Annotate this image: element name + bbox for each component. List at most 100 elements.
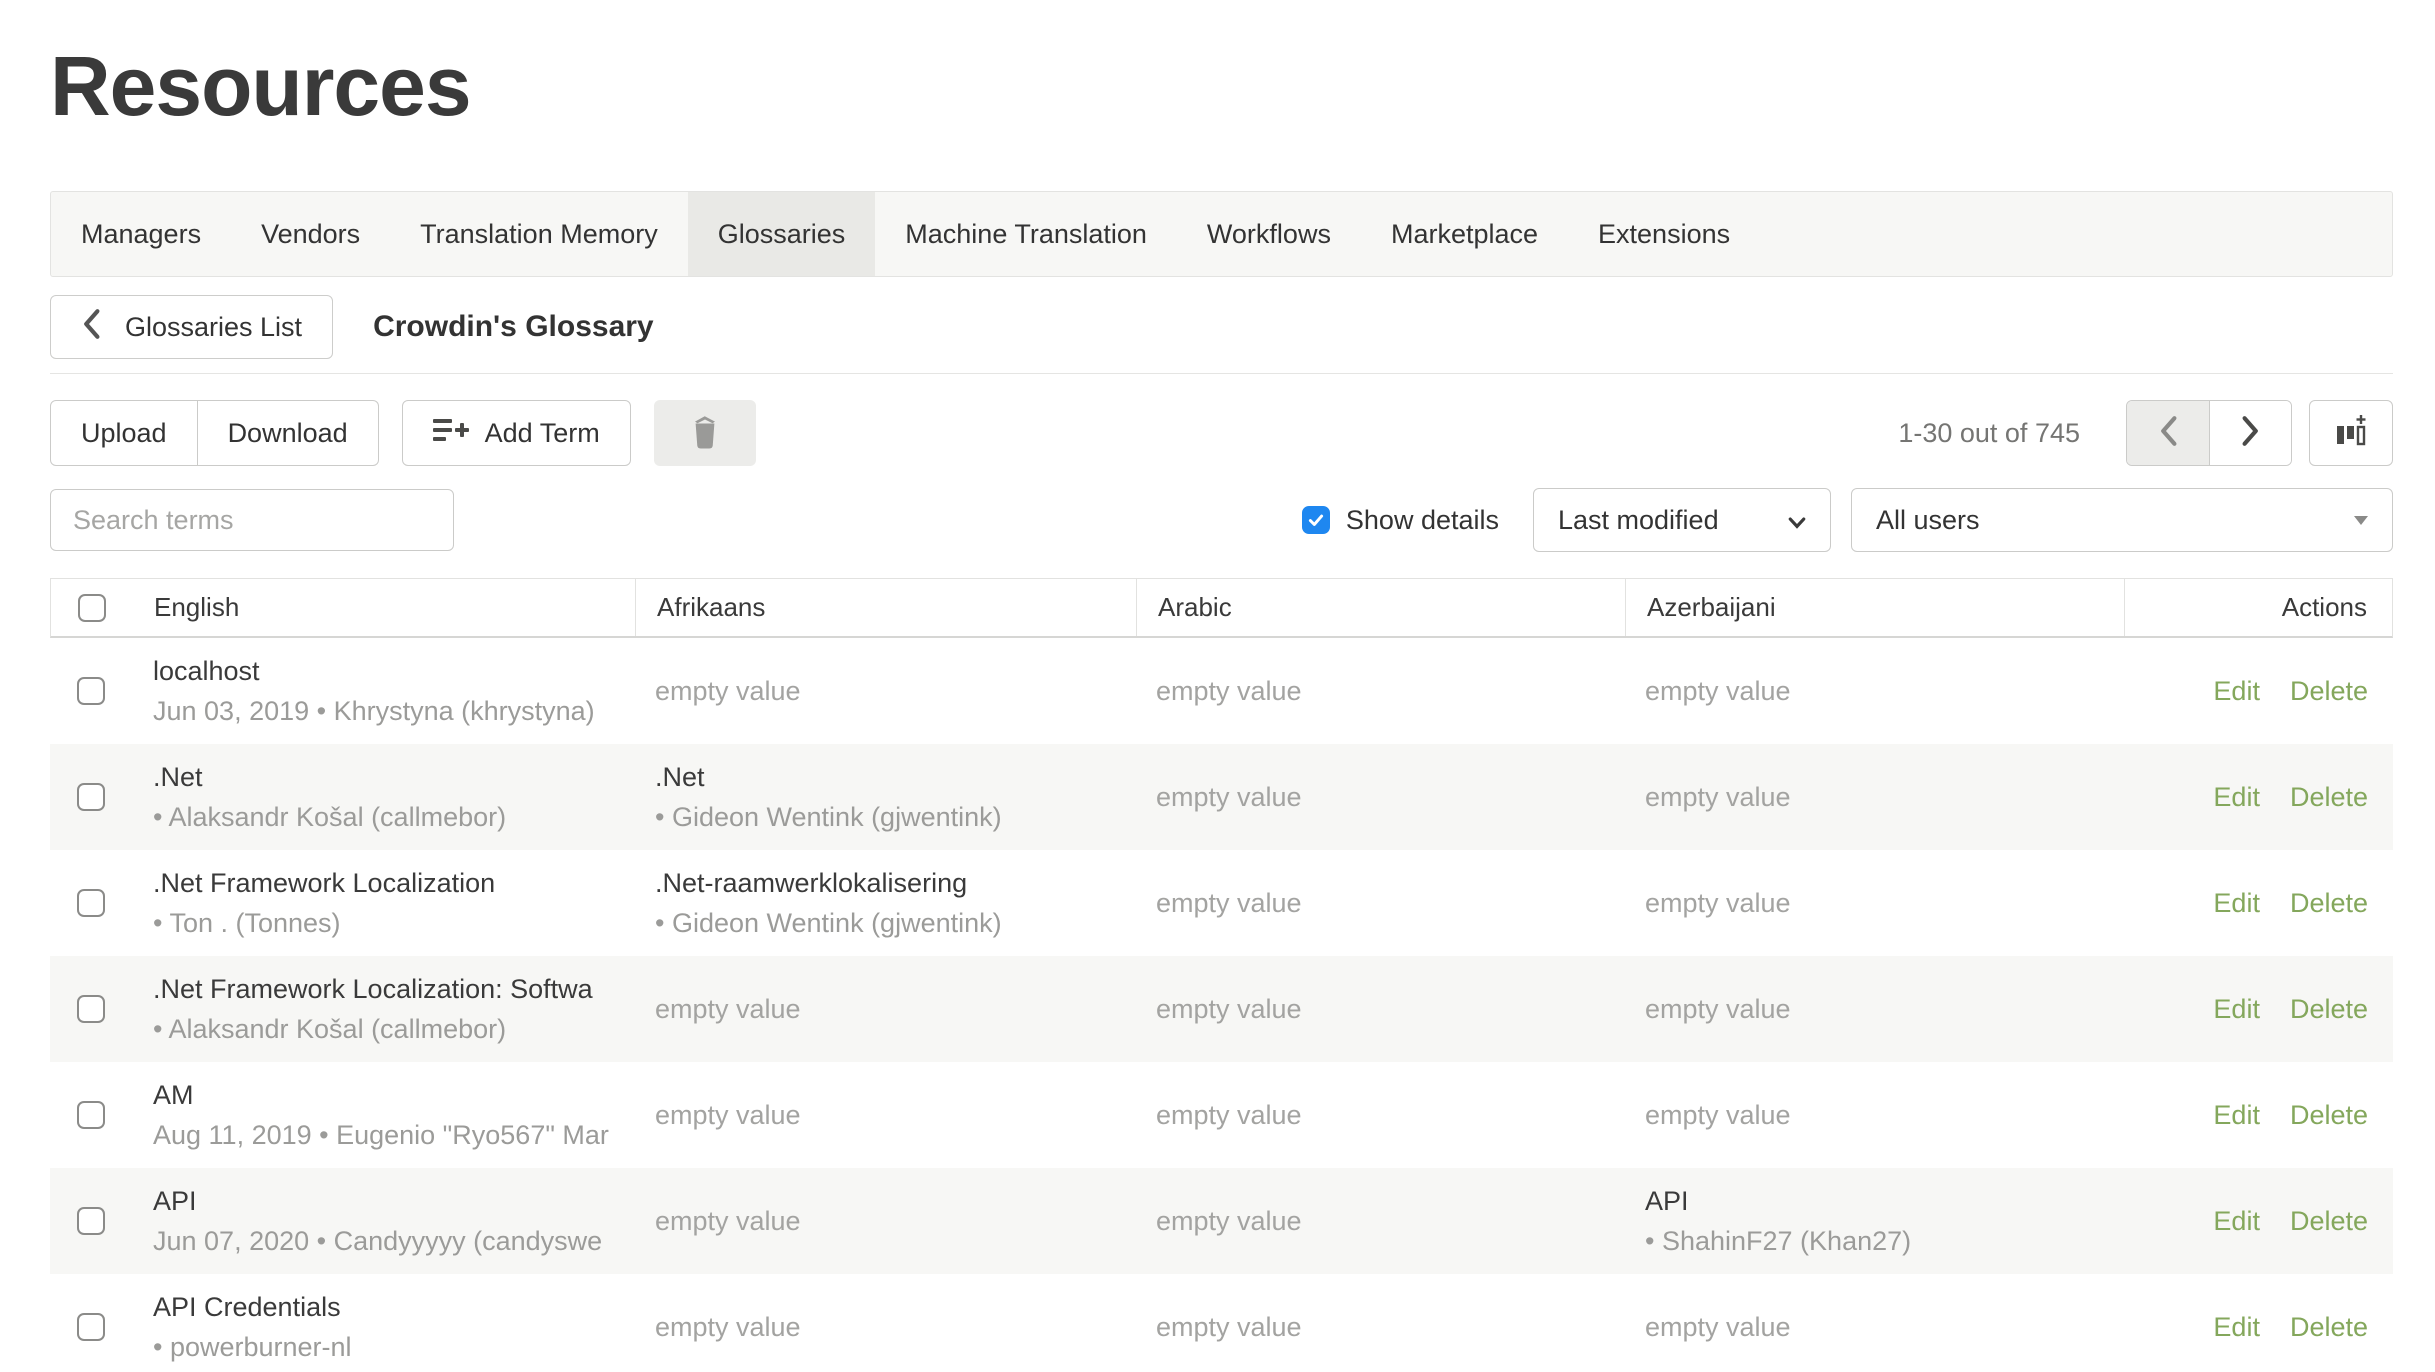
delete-selected-button[interactable] bbox=[654, 400, 756, 466]
delete-link[interactable]: Delete bbox=[2290, 782, 2368, 813]
header-checkbox-cell bbox=[51, 579, 133, 636]
term-text: .Net-raamwerklokalisering bbox=[655, 868, 1135, 899]
tab-workflows[interactable]: Workflows bbox=[1177, 192, 1361, 276]
term-cell-afrikaans: .Net-raamwerklokalisering • Gideon Wenti… bbox=[634, 850, 1135, 956]
page-title: Resources bbox=[50, 38, 2393, 135]
row-checkbox-cell bbox=[50, 850, 132, 956]
row-checkbox[interactable] bbox=[77, 1101, 105, 1129]
term-cell-azerbaijani: empty value bbox=[1624, 1274, 2123, 1372]
select-all-checkbox[interactable] bbox=[78, 594, 106, 622]
search-terms-input[interactable] bbox=[50, 489, 454, 551]
row-checkbox-cell bbox=[50, 1274, 132, 1372]
term-cell-arabic: empty value bbox=[1135, 850, 1624, 956]
edit-link[interactable]: Edit bbox=[2213, 994, 2260, 1025]
download-button[interactable]: Download bbox=[198, 400, 379, 466]
edit-link[interactable]: Edit bbox=[2213, 676, 2260, 707]
edit-link[interactable]: Edit bbox=[2213, 1100, 2260, 1131]
edit-link[interactable]: Edit bbox=[2213, 782, 2260, 813]
tab-marketplace[interactable]: Marketplace bbox=[1361, 192, 1568, 276]
table-row: localhost Jun 03, 2019 • Khrystyna (khry… bbox=[50, 638, 2393, 744]
edit-link[interactable]: Edit bbox=[2213, 1312, 2260, 1343]
empty-value: empty value bbox=[1645, 782, 2123, 813]
tab-machine-translation[interactable]: Machine Translation bbox=[875, 192, 1177, 276]
empty-value: empty value bbox=[655, 1100, 1135, 1131]
empty-value: empty value bbox=[1156, 1312, 1624, 1343]
term-cell-english: API Credentials • powerburner-nl bbox=[132, 1274, 634, 1372]
add-term-list-plus-icon bbox=[433, 416, 469, 451]
glossary-table: English Afrikaans Arabic Azerbaijani Act… bbox=[50, 578, 2393, 1372]
table-row: .Net • Alaksandr Košal (callmebor) .Net … bbox=[50, 744, 2393, 850]
users-select[interactable]: All users bbox=[1851, 488, 2393, 552]
back-button-label: Glossaries List bbox=[125, 312, 302, 343]
term-text: API Credentials bbox=[153, 1292, 634, 1323]
term-cell-afrikaans: .Net • Gideon Wentink (gjwentink) bbox=[634, 744, 1135, 850]
delete-link[interactable]: Delete bbox=[2290, 1100, 2368, 1131]
empty-value: empty value bbox=[1645, 1312, 2123, 1343]
term-cell-azerbaijani: empty value bbox=[1624, 1062, 2123, 1168]
delete-link[interactable]: Delete bbox=[2290, 1312, 2368, 1343]
upload-button[interactable]: Upload bbox=[50, 400, 198, 466]
empty-value: empty value bbox=[655, 676, 1135, 707]
tab-glossaries[interactable]: Glossaries bbox=[688, 192, 876, 276]
actions-cell: Edit Delete bbox=[2123, 1274, 2393, 1372]
row-checkbox[interactable] bbox=[77, 1313, 105, 1341]
manage-columns-button[interactable] bbox=[2309, 400, 2393, 466]
filter-bar: Show details Last modified All users bbox=[50, 488, 2393, 552]
table-row: API Credentials • powerburner-nl empty v… bbox=[50, 1274, 2393, 1372]
sort-select[interactable]: Last modified bbox=[1533, 488, 1831, 552]
term-cell-arabic: empty value bbox=[1135, 1274, 1624, 1372]
upload-download-group: Upload Download bbox=[50, 400, 379, 466]
tab-translation-memory[interactable]: Translation Memory bbox=[390, 192, 688, 276]
term-cell-afrikaans: empty value bbox=[634, 956, 1135, 1062]
pagination-range: 1-30 out of 745 bbox=[1898, 418, 2080, 449]
show-details-checkbox[interactable] bbox=[1302, 506, 1330, 534]
row-checkbox[interactable] bbox=[77, 889, 105, 917]
users-select-value: All users bbox=[1876, 505, 1980, 536]
row-checkbox[interactable] bbox=[77, 995, 105, 1023]
add-term-button[interactable]: Add Term bbox=[402, 400, 631, 466]
term-cell-azerbaijani: API • ShahinF27 (Khan27) bbox=[1624, 1168, 2123, 1274]
empty-value: empty value bbox=[1645, 994, 2123, 1025]
tab-managers[interactable]: Managers bbox=[51, 192, 231, 276]
term-cell-afrikaans: empty value bbox=[634, 1274, 1135, 1372]
term-text: .Net bbox=[655, 762, 1135, 793]
term-cell-english: localhost Jun 03, 2019 • Khrystyna (khry… bbox=[132, 638, 634, 744]
actions-cell: Edit Delete bbox=[2123, 1062, 2393, 1168]
empty-value: empty value bbox=[655, 1206, 1135, 1237]
delete-link[interactable]: Delete bbox=[2290, 994, 2368, 1025]
table-header: English Afrikaans Arabic Azerbaijani Act… bbox=[50, 578, 2393, 638]
delete-link[interactable]: Delete bbox=[2290, 888, 2368, 919]
row-checkbox[interactable] bbox=[77, 783, 105, 811]
tab-extensions[interactable]: Extensions bbox=[1568, 192, 1760, 276]
empty-value: empty value bbox=[1156, 888, 1624, 919]
tab-vendors[interactable]: Vendors bbox=[231, 192, 390, 276]
row-checkbox[interactable] bbox=[77, 677, 105, 705]
row-checkbox-cell bbox=[50, 744, 132, 850]
edit-link[interactable]: Edit bbox=[2213, 1206, 2260, 1237]
actions-cell: Edit Delete bbox=[2123, 850, 2393, 956]
empty-value: empty value bbox=[1645, 888, 2123, 919]
add-term-label: Add Term bbox=[485, 418, 600, 449]
empty-value: empty value bbox=[1156, 994, 1624, 1025]
term-text: .Net Framework Localization: Softwa bbox=[153, 974, 634, 1005]
show-details-toggle[interactable]: Show details bbox=[1302, 505, 1499, 536]
glossaries-list-back-button[interactable]: Glossaries List bbox=[50, 295, 333, 359]
term-cell-afrikaans: empty value bbox=[634, 1168, 1135, 1274]
prev-page-button[interactable] bbox=[2127, 401, 2209, 465]
row-checkbox[interactable] bbox=[77, 1207, 105, 1235]
term-meta: • ShahinF27 (Khan27) bbox=[1645, 1226, 2123, 1257]
term-text: .Net Framework Localization bbox=[153, 868, 634, 899]
next-page-button[interactable] bbox=[2209, 401, 2291, 465]
column-header-azerbaijani: Azerbaijani bbox=[1625, 579, 2124, 636]
table-row: .Net Framework Localization: Softwa • Al… bbox=[50, 956, 2393, 1062]
show-details-label: Show details bbox=[1346, 505, 1499, 536]
actions-cell: Edit Delete bbox=[2123, 1168, 2393, 1274]
edit-link[interactable]: Edit bbox=[2213, 888, 2260, 919]
term-cell-english: .Net Framework Localization • Ton . (Ton… bbox=[132, 850, 634, 956]
delete-link[interactable]: Delete bbox=[2290, 676, 2368, 707]
row-checkbox-cell bbox=[50, 1062, 132, 1168]
term-meta: Jun 07, 2020 • Candyyyyy (candyswe bbox=[153, 1226, 634, 1257]
filter-right: Show details Last modified All users bbox=[1302, 488, 2393, 552]
delete-link[interactable]: Delete bbox=[2290, 1206, 2368, 1237]
column-header-english: English bbox=[133, 579, 635, 636]
